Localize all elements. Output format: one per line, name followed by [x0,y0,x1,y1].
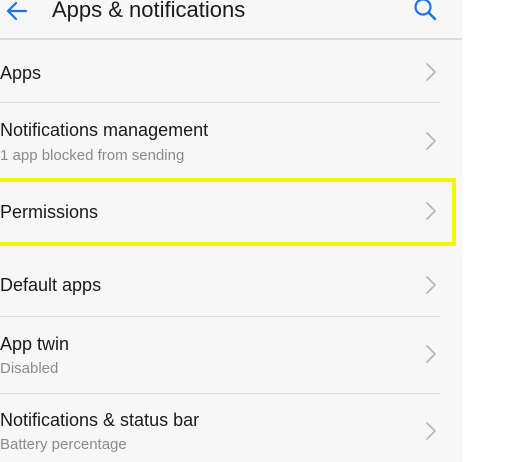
menu-item-app-twin[interactable]: App twin Disabled [0,317,462,393]
menu-item-notifications-status-bar[interactable]: Notifications & status bar Battery perce… [0,394,462,462]
menu-item-title: Permissions [0,202,99,222]
app-bar: Apps & notifications [0,0,462,40]
menu-item-title: Default apps [0,275,102,295]
menu-item-title: App twin [0,334,70,354]
menu-item-subtitle: 1 app blocked from sending [0,147,185,164]
chevron-right-icon [426,63,436,81]
chevron-right-icon [426,276,436,294]
search-icon [414,0,437,21]
menu-item-subtitle: Battery percentage [0,436,127,453]
chevron-right-icon [426,422,436,440]
menu-item-title: Notifications & status bar [0,410,200,430]
chevron-right-icon [426,345,436,363]
arrow-left-icon [6,1,28,21]
chevron-right-icon [426,202,436,220]
menu-item-subtitle: Disabled [0,360,59,377]
chevron-right-icon [426,132,436,150]
page-title: Apps & notifications [52,0,246,22]
screen: Apps & notifications Apps Notifications … [0,0,518,462]
search-button[interactable] [408,0,442,24]
settings-panel: Apps & notifications Apps Notifications … [0,0,462,462]
menu-item-apps[interactable]: Apps [0,38,462,102]
menu-item-title: Notifications management [0,120,209,140]
menu-item-title: Apps [0,63,42,83]
menu-item-permissions[interactable]: Permissions [0,179,462,245]
menu-item-default-apps[interactable]: Default apps [0,250,462,316]
menu-item-notifications-management[interactable]: Notifications management 1 app blocked f… [0,103,462,179]
back-button[interactable] [0,0,34,28]
